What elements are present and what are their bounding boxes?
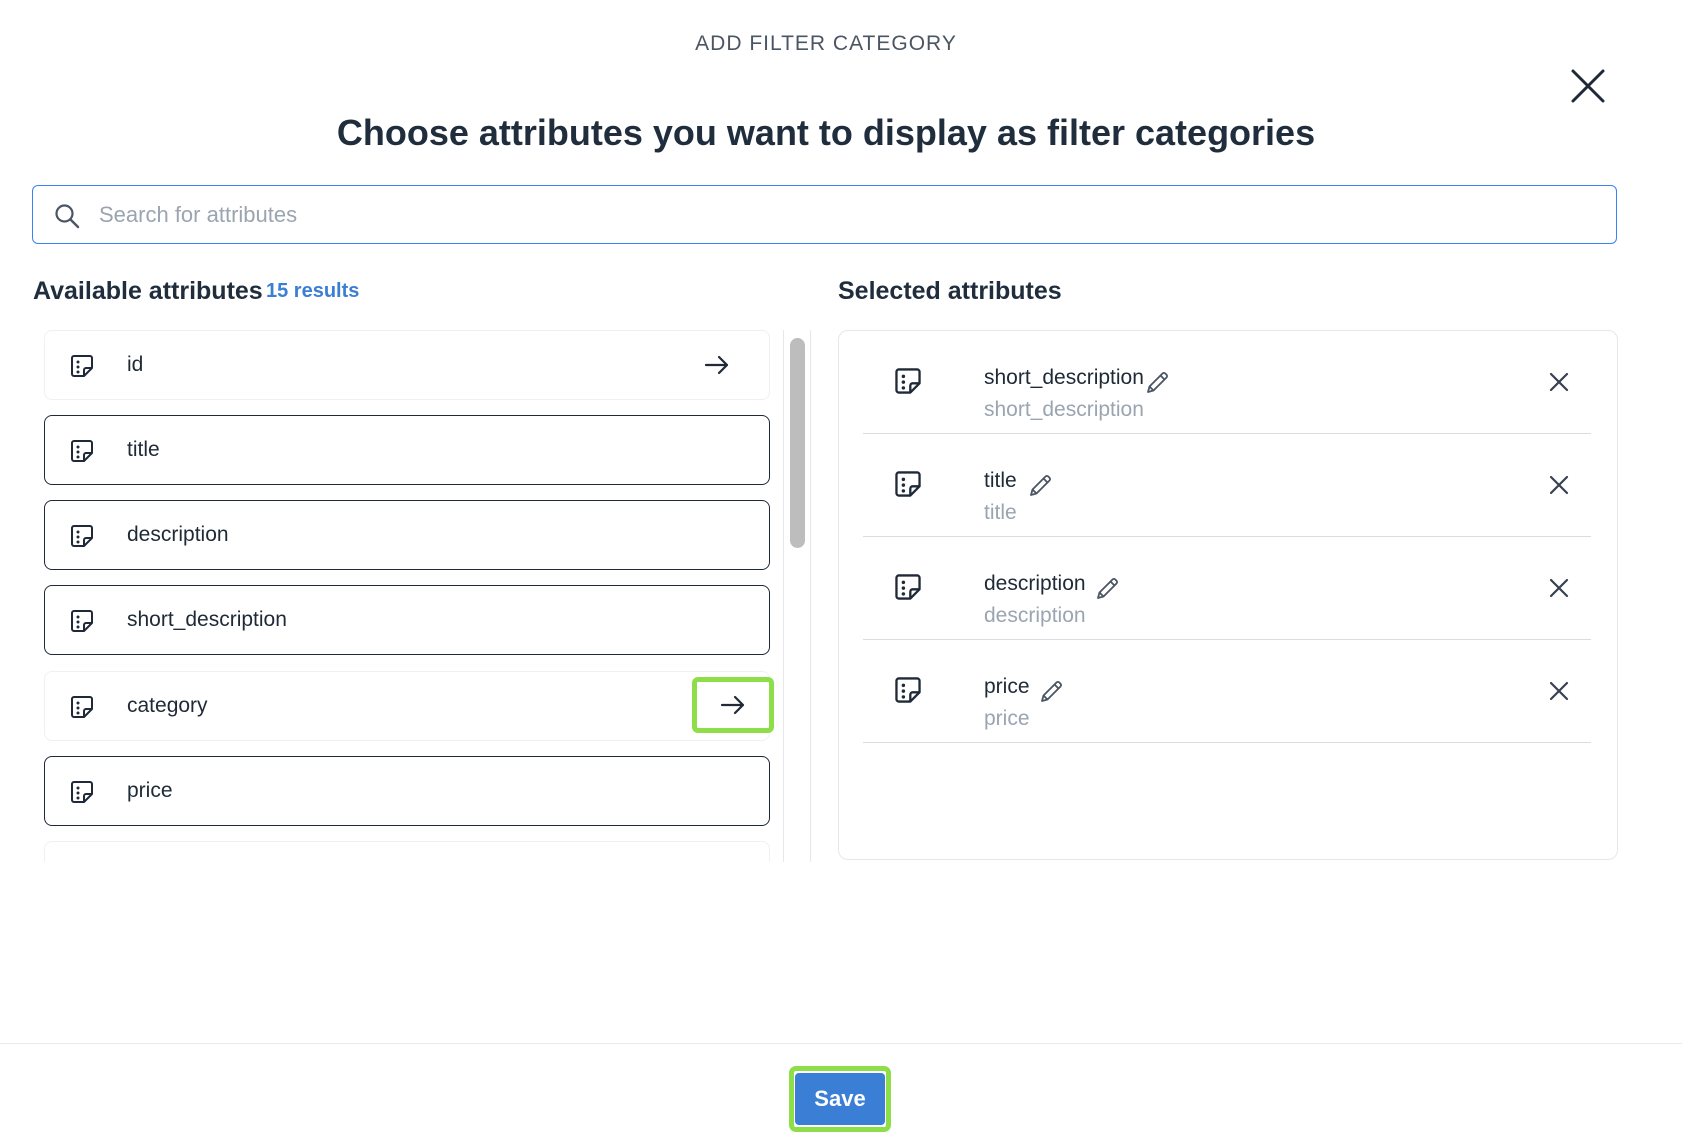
pencil-icon[interactable] [1145, 369, 1171, 395]
attribute-label: price [127, 779, 173, 802]
attribute-icon [69, 523, 95, 549]
attributes-scrollbar[interactable] [783, 330, 811, 862]
close-icon[interactable] [1548, 577, 1570, 599]
close-modal-button[interactable] [1568, 66, 1608, 106]
available-attributes-heading: Available attributes [33, 277, 263, 305]
attribute-icon [69, 438, 95, 464]
selected-attribute-name: price [984, 675, 1030, 698]
attribute-label: id [127, 353, 144, 376]
close-icon[interactable] [1548, 680, 1570, 702]
attribute-icon [69, 779, 95, 805]
selected-attributes-heading: Selected attributes [838, 277, 1062, 305]
available-attribute-id[interactable]: id [44, 330, 770, 400]
attribute-icon [893, 572, 923, 602]
selected-attribute-name: description [984, 572, 1086, 595]
search-input[interactable] [97, 186, 1581, 244]
available-attributes-list: id title description short_description c… [44, 330, 786, 862]
selected-attribute-display-name: title [984, 501, 1017, 524]
attribute-label: category [127, 694, 208, 717]
selected-attribute-name: short_description [984, 366, 1144, 389]
selected-attribute-display-name: description [984, 604, 1086, 627]
arrow-right-icon [704, 355, 730, 375]
pencil-icon[interactable] [1039, 678, 1065, 704]
selected-attribute-display-name: short_description [984, 398, 1144, 421]
modal-header: ADD FILTER CATEGORY [695, 32, 957, 55]
available-attribute-short-description[interactable]: short_description [44, 585, 770, 655]
selected-attribute-row: short_description short_description [863, 331, 1591, 434]
attribute-label: short_description [127, 608, 287, 631]
available-attribute-title[interactable]: title [44, 415, 770, 485]
close-icon[interactable] [1548, 474, 1570, 496]
available-attribute-category[interactable]: category [44, 671, 774, 741]
attribute-icon [69, 353, 95, 379]
selected-attribute-display-name: price [984, 707, 1030, 730]
arrow-right-icon [720, 695, 746, 715]
selected-attribute-row: description description [863, 537, 1591, 640]
pencil-icon[interactable] [1095, 575, 1121, 601]
attribute-icon [893, 366, 923, 396]
search-field[interactable] [32, 185, 1617, 244]
pencil-icon[interactable] [1028, 472, 1054, 498]
save-button[interactable]: Save [795, 1073, 885, 1125]
results-count: 15 results [266, 280, 360, 302]
attribute-label: title [127, 438, 160, 461]
attribute-icon [893, 469, 923, 499]
close-icon [1568, 66, 1608, 106]
selected-attribute-row: title title [863, 434, 1591, 537]
attribute-icon [69, 608, 95, 634]
attribute-icon [893, 675, 923, 705]
search-icon [54, 203, 80, 229]
add-attribute-button[interactable] [693, 343, 741, 387]
attribute-label: description [127, 523, 229, 546]
available-attribute-next[interactable] [44, 841, 770, 862]
close-icon[interactable] [1548, 371, 1570, 393]
page-title: Choose attributes you want to display as… [336, 112, 1316, 153]
attribute-icon [69, 694, 95, 720]
selected-attribute-row: price price [863, 640, 1591, 743]
add-attribute-button[interactable] [692, 677, 774, 733]
selected-attributes-panel: short_description short_description titl… [838, 330, 1618, 860]
footer-divider [0, 1043, 1682, 1044]
selected-attribute-name: title [984, 469, 1017, 492]
available-attribute-description[interactable]: description [44, 500, 770, 570]
scrollbar-thumb[interactable] [790, 338, 805, 548]
available-attribute-price[interactable]: price [44, 756, 770, 826]
